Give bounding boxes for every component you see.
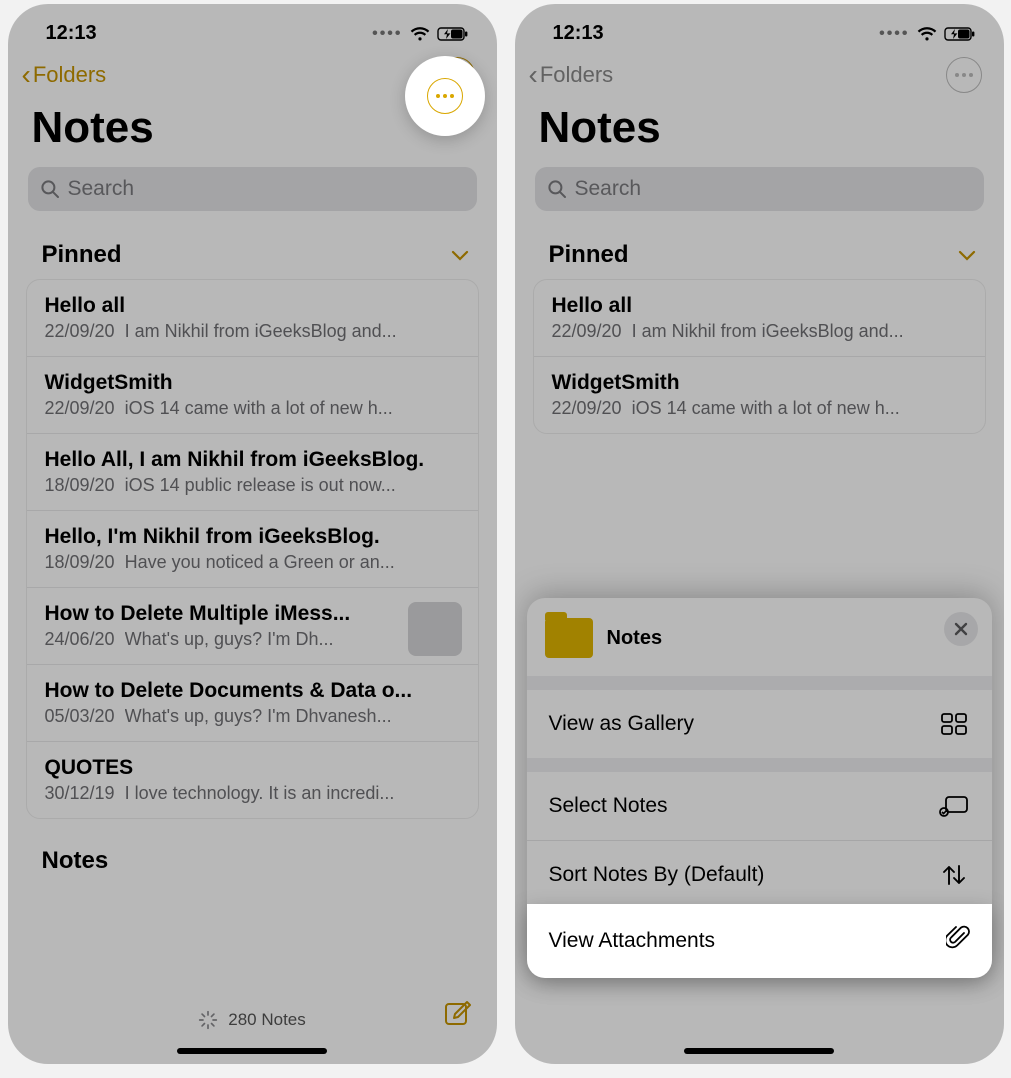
- compose-button[interactable]: [443, 999, 473, 1034]
- pinned-header[interactable]: Pinned: [8, 211, 497, 279]
- note-preview: I am Nikhil from iGeeksBlog and...: [125, 321, 397, 342]
- note-row[interactable]: How to Delete Multiple iMess... 24/06/20…: [27, 588, 478, 665]
- battery-charging-icon: [437, 26, 469, 42]
- note-preview: iOS 14 public release is out now...: [125, 475, 396, 496]
- search-icon: [40, 179, 60, 199]
- select-icon: [938, 792, 970, 820]
- note-date: 18/09/20: [45, 552, 115, 573]
- notes-count: 280 Notes: [198, 1010, 306, 1030]
- view-attachments-highlight[interactable]: View Attachments: [527, 904, 992, 978]
- note-row[interactable]: How to Delete Documents & Data o... 05/0…: [27, 665, 478, 742]
- sort-notes[interactable]: Sort Notes By (Default): [527, 840, 992, 909]
- note-thumbnail: [408, 602, 462, 656]
- note-preview: Have you noticed a Green or an...: [125, 552, 395, 573]
- status-bar: 12:13 ••••: [8, 4, 497, 51]
- chevron-down-icon: [451, 241, 469, 269]
- note-title: Hello all: [45, 294, 460, 318]
- note-date: 05/03/20: [45, 706, 115, 727]
- note-date: 22/09/20: [45, 321, 115, 342]
- note-row[interactable]: WidgetSmith 22/09/20 iOS 14 came with a l…: [27, 357, 478, 434]
- note-title: How to Delete Documents & Data o...: [45, 679, 460, 703]
- note-date: 24/06/20: [45, 629, 115, 650]
- search-placeholder: Search: [68, 177, 135, 201]
- note-title: Hello, I'm Nikhil from iGeeksBlog.: [45, 525, 460, 549]
- search-input[interactable]: Search: [28, 167, 477, 211]
- clock: 12:13: [46, 22, 97, 45]
- note-row[interactable]: Hello, I'm Nikhil from iGeeksBlog. 18/09…: [27, 511, 478, 588]
- sort-icon: [938, 861, 970, 889]
- note-date: 18/09/20: [45, 475, 115, 496]
- note-preview: I love technology. It is an incredi...: [125, 783, 395, 804]
- paperclip-icon: [946, 925, 970, 957]
- note-preview: What's up, guys? I'm Dhvanesh...: [125, 706, 392, 727]
- home-indicator[interactable]: [177, 1048, 327, 1054]
- wifi-icon: [409, 26, 431, 42]
- note-row[interactable]: Hello all 22/09/20 I am Nikhil from iGeek…: [27, 280, 478, 357]
- cellular-dots-icon: ••••: [372, 25, 402, 43]
- sheet-row-label: View Attachments: [549, 929, 716, 953]
- note-preview: iOS 14 came with a lot of new h...: [125, 398, 393, 419]
- folder-icon: [545, 618, 593, 658]
- sheet-folder-name: Notes: [607, 627, 663, 650]
- note-title: Hello All, I am Nikhil from iGeeksBlog.: [45, 448, 460, 472]
- spinner-icon: [198, 1010, 218, 1030]
- sheet-row-label: View as Gallery: [549, 712, 695, 736]
- back-button[interactable]: ‹ Folders: [22, 59, 107, 91]
- select-notes[interactable]: Select Notes: [527, 772, 992, 840]
- home-indicator[interactable]: [684, 1048, 834, 1054]
- sheet-row-label: Select Notes: [549, 794, 668, 818]
- left-screenshot: 12:13 •••• ‹ Folders Notes Search Pinned: [8, 4, 497, 1064]
- pinned-list: Hello all 22/09/20 I am Nikhil from iGeek…: [26, 279, 479, 819]
- more-button-highlight[interactable]: [405, 56, 485, 136]
- note-date: 30/12/19: [45, 783, 115, 804]
- right-screenshot: 12:13 •••• ‹ Folders Notes Search Pinned: [515, 4, 1004, 1064]
- note-date: 22/09/20: [45, 398, 115, 419]
- sheet-row-label: Sort Notes By (Default): [549, 863, 765, 887]
- view-as-gallery[interactable]: View as Gallery: [527, 690, 992, 758]
- section-label: Pinned: [42, 241, 122, 269]
- notes-section-header: Notes: [8, 819, 497, 885]
- sheet-header: Notes: [527, 598, 992, 676]
- notes-count-label: 280 Notes: [228, 1010, 306, 1030]
- close-icon: [954, 622, 968, 636]
- note-row[interactable]: QUOTES 30/12/19 I love technology. It is …: [27, 742, 478, 818]
- grid-icon: [938, 710, 970, 738]
- note-preview: What's up, guys? I'm Dh...: [125, 629, 334, 650]
- note-title: QUOTES: [45, 756, 460, 780]
- note-row[interactable]: Hello All, I am Nikhil from iGeeksBlog. …: [27, 434, 478, 511]
- note-title: WidgetSmith: [45, 371, 460, 395]
- back-label: Folders: [33, 62, 106, 88]
- close-button[interactable]: [944, 612, 978, 646]
- chevron-left-icon: ‹: [22, 59, 31, 91]
- note-title: How to Delete Multiple iMess...: [45, 602, 375, 626]
